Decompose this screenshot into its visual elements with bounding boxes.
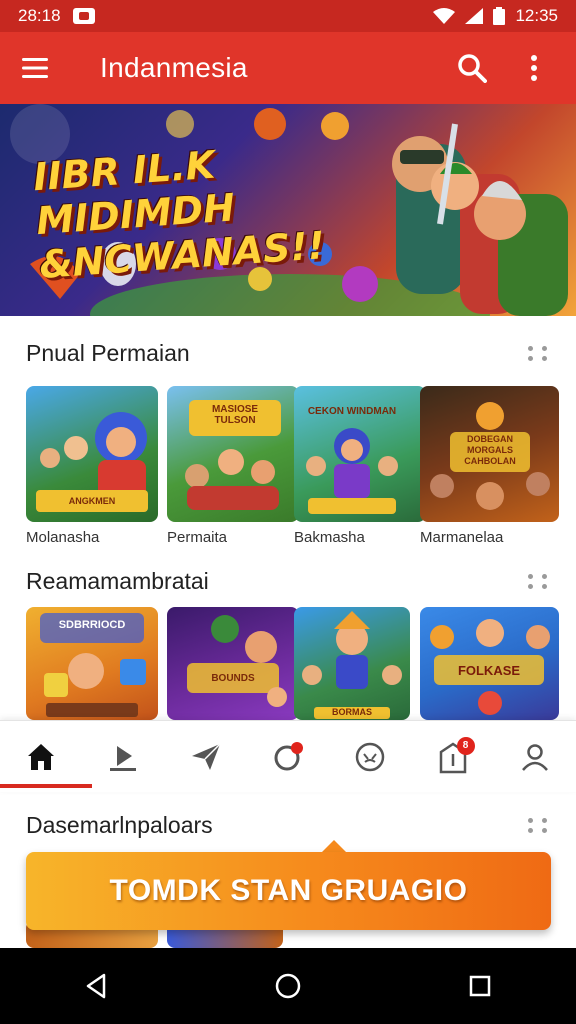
- menu-icon: [22, 58, 48, 78]
- game-label[interactable]: Permaita: [167, 529, 227, 546]
- inbox-badge: 8: [456, 736, 475, 755]
- send-icon: [191, 742, 221, 770]
- recents-icon: [469, 975, 491, 997]
- back-icon: [86, 973, 106, 999]
- search-icon: [458, 54, 487, 83]
- signal-icon: [465, 8, 484, 24]
- nav-active-indicator: [0, 784, 92, 788]
- status-bar: 28:18 12:35: [0, 0, 576, 32]
- tile-caption: BOUNDS: [211, 673, 255, 684]
- notifications-icon: [274, 741, 303, 770]
- emoji-icon: [356, 742, 385, 771]
- game-tile[interactable]: BORMAS: [294, 607, 410, 720]
- more-vert-icon: [531, 55, 537, 81]
- section-more-icon[interactable]: [526, 816, 554, 836]
- status-time-right: 12:35: [515, 6, 558, 25]
- tile-caption: CEKON WINDMAN: [307, 406, 397, 417]
- nav-profile[interactable]: [509, 731, 561, 783]
- recents-button[interactable]: [460, 966, 500, 1006]
- notification-icon: [72, 8, 95, 24]
- back-button[interactable]: [76, 966, 116, 1006]
- game-tile[interactable]: DOBEGAN MORGALS CAHBOLAN: [420, 386, 559, 522]
- game-tile[interactable]: CEKON WINDMAN: [294, 386, 426, 522]
- section-title-explore: Dasemarlnpaloars: [26, 812, 213, 838]
- section-more-icon[interactable]: [526, 344, 554, 364]
- system-navigation: [0, 948, 576, 1024]
- home-circle-icon: [275, 973, 301, 999]
- nav-inbox[interactable]: 8: [427, 731, 479, 783]
- tile-caption: DOBEGAN MORGALS CAHBOLAN: [464, 434, 516, 466]
- app-title: Indanmesia: [100, 52, 248, 83]
- section-title-popular: Pnual Permaian: [26, 340, 190, 366]
- tile-caption: BORMAS: [332, 707, 372, 717]
- section-more-icon[interactable]: [526, 572, 554, 592]
- home-icon: [28, 743, 55, 770]
- tile-caption: FOLKASE: [457, 663, 521, 678]
- game-tile[interactable]: ANGKMEN: [26, 386, 158, 522]
- cta-button[interactable]: TOMDK STAN GRUAGIO: [26, 852, 551, 930]
- wifi-icon: [433, 8, 456, 24]
- nav-home[interactable]: [15, 731, 67, 783]
- nav-notifications[interactable]: [262, 731, 314, 783]
- nav-download[interactable]: [97, 731, 149, 783]
- search-button[interactable]: [452, 48, 492, 88]
- game-tile[interactable]: FOLKASE: [420, 607, 559, 720]
- section-title-recommended: Reamamambratai: [26, 568, 209, 594]
- battery-icon: [493, 7, 506, 25]
- promo-banner[interactable]: IIBR IL.K MIDIMDH &NCWANAS!!: [0, 104, 576, 316]
- game-tile[interactable]: SDBRRIOCD: [26, 607, 158, 720]
- status-time-left: 28:18: [18, 6, 61, 25]
- download-icon: [110, 745, 137, 771]
- app-bar: Indanmesia: [0, 32, 576, 104]
- menu-button[interactable]: [16, 48, 56, 88]
- game-tile[interactable]: BOUNDS: [167, 607, 299, 720]
- more-options-button[interactable]: [514, 48, 554, 88]
- nav-emoji[interactable]: [344, 731, 396, 783]
- tile-caption: ANGKMEN: [68, 496, 116, 506]
- game-label[interactable]: Bakmasha: [294, 529, 365, 546]
- profile-icon: [521, 743, 548, 771]
- game-tile[interactable]: MASIOSE TULSON: [167, 386, 299, 522]
- tile-caption: MASIOSE TULSON: [211, 404, 259, 426]
- nav-send[interactable]: [180, 731, 232, 783]
- banner-headline: IIBR IL.K MIDIMDH &NCWANAS!!: [32, 133, 360, 287]
- tile-caption: SDBRRIOCD: [58, 619, 126, 631]
- home-system-button[interactable]: [268, 966, 308, 1006]
- game-label[interactable]: Molanasha: [26, 529, 99, 546]
- bottom-navigation: 8: [0, 720, 576, 792]
- game-label[interactable]: Marmanelaa: [420, 529, 503, 546]
